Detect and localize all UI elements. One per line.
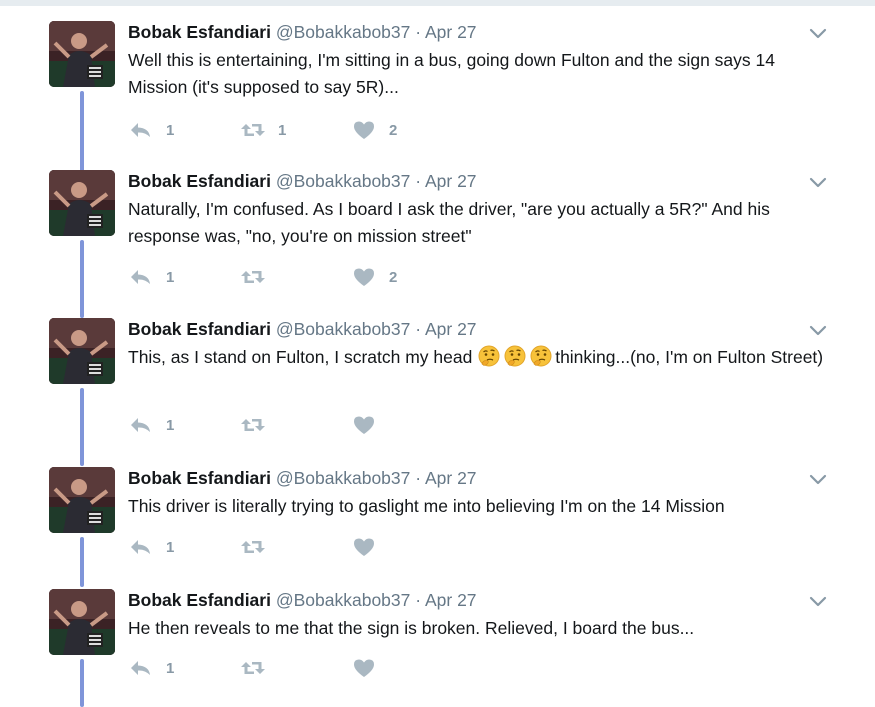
tweet-date[interactable]: Apr 27 <box>425 590 477 610</box>
like-button[interactable] <box>351 413 389 437</box>
like-count: 2 <box>389 268 398 286</box>
tweet-header: Bobak Esfandiari @Bobakkabob37 · Apr 27 <box>128 589 477 611</box>
retweet-count: 1 <box>278 121 287 139</box>
author-handle[interactable]: @Bobakkabob37 <box>276 468 411 488</box>
avatar[interactable] <box>49 467 115 533</box>
reply-count: 1 <box>166 416 175 434</box>
tweet-header: Bobak Esfandiari @Bobakkabob37 · Apr 27 <box>128 467 477 489</box>
tweet-header: Bobak Esfandiari @Bobakkabob37 · Apr 27 <box>128 21 477 43</box>
retweet-button[interactable]: 1 <box>240 118 286 142</box>
avatar[interactable] <box>49 21 115 87</box>
thread-line <box>80 388 84 466</box>
chevron-down-icon[interactable] <box>808 595 828 609</box>
tweet-text-end: thinking...(no, I'm on Fulton Street) <box>555 347 824 367</box>
reply-icon <box>128 119 154 141</box>
author-handle[interactable]: @Bobakkabob37 <box>276 171 411 191</box>
heart-icon <box>351 119 377 141</box>
reply-count: 1 <box>166 538 175 556</box>
heart-icon <box>351 657 377 679</box>
avatar[interactable] <box>49 318 115 384</box>
tweet-header: Bobak Esfandiari @Bobakkabob37 · Apr 27 <box>128 318 477 340</box>
reply-icon <box>128 266 154 288</box>
author-name[interactable]: Bobak Esfandiari <box>128 468 271 488</box>
thread-line <box>80 659 84 707</box>
retweet-icon <box>240 414 266 436</box>
avatar[interactable] <box>49 170 115 236</box>
tweet-text-start: This, as I stand on Fulton, I scratch my… <box>128 347 478 367</box>
thinking-face-emoji <box>478 345 500 367</box>
author-handle[interactable]: @Bobakkabob37 <box>276 319 411 339</box>
thinking-face-emoji <box>530 345 552 367</box>
tweet-date[interactable]: Apr 27 <box>425 22 477 42</box>
tweet-text: Naturally, I'm confused. As I board I as… <box>128 199 770 246</box>
separator-dot: · <box>415 319 422 339</box>
retweet-button[interactable] <box>240 413 278 437</box>
chevron-down-icon[interactable] <box>808 176 828 190</box>
retweet-icon <box>240 119 266 141</box>
separator-dot: · <box>415 590 422 610</box>
heart-icon <box>351 536 377 558</box>
reply-button[interactable]: 1 <box>128 118 174 142</box>
retweet-button[interactable] <box>240 656 278 680</box>
chevron-down-icon[interactable] <box>808 473 828 487</box>
chevron-down-icon[interactable] <box>808 27 828 41</box>
tweet-text: He then reveals to me that the sign is b… <box>128 618 695 638</box>
tweet-text: This, as I stand on Fulton, I scratch my… <box>128 344 828 371</box>
like-count: 2 <box>389 121 398 139</box>
heart-icon <box>351 266 377 288</box>
tweet-header: Bobak Esfandiari @Bobakkabob37 · Apr 27 <box>128 170 477 192</box>
retweet-button[interactable] <box>240 535 278 559</box>
retweet-icon <box>240 266 266 288</box>
heart-icon <box>351 414 377 436</box>
reply-icon <box>128 536 154 558</box>
tweet-text: This driver is literally trying to gasli… <box>128 496 725 516</box>
thinking-face-emoji <box>504 345 526 367</box>
author-name[interactable]: Bobak Esfandiari <box>128 319 271 339</box>
retweet-icon <box>240 536 266 558</box>
reply-icon <box>128 414 154 436</box>
author-handle[interactable]: @Bobakkabob37 <box>276 590 411 610</box>
separator-dot: · <box>415 468 422 488</box>
separator-dot: · <box>415 171 422 191</box>
thread-line <box>80 240 84 318</box>
author-name[interactable]: Bobak Esfandiari <box>128 171 271 191</box>
like-button[interactable] <box>351 535 389 559</box>
chevron-down-icon[interactable] <box>808 324 828 338</box>
reply-button[interactable]: 1 <box>128 413 174 437</box>
tweet-date[interactable]: Apr 27 <box>425 468 477 488</box>
author-name[interactable]: Bobak Esfandiari <box>128 590 271 610</box>
like-button[interactable]: 2 <box>351 118 397 142</box>
tweet-date[interactable]: Apr 27 <box>425 171 477 191</box>
reply-button[interactable]: 1 <box>128 535 174 559</box>
separator-dot: · <box>415 22 422 42</box>
like-button[interactable] <box>351 656 389 680</box>
top-border <box>0 0 875 6</box>
retweet-icon <box>240 657 266 679</box>
reply-button[interactable]: 1 <box>128 656 174 680</box>
avatar[interactable] <box>49 589 115 655</box>
reply-button[interactable]: 1 <box>128 265 174 289</box>
reply-icon <box>128 657 154 679</box>
like-button[interactable]: 2 <box>351 265 397 289</box>
tweet-date[interactable]: Apr 27 <box>425 319 477 339</box>
author-handle[interactable]: @Bobakkabob37 <box>276 22 411 42</box>
retweet-button[interactable] <box>240 265 278 289</box>
reply-count: 1 <box>166 268 175 286</box>
reply-count: 1 <box>166 659 175 677</box>
author-name[interactable]: Bobak Esfandiari <box>128 22 271 42</box>
tweet-text: Well this is entertaining, I'm sitting i… <box>128 50 775 97</box>
reply-count: 1 <box>166 121 175 139</box>
thread-line <box>80 537 84 587</box>
